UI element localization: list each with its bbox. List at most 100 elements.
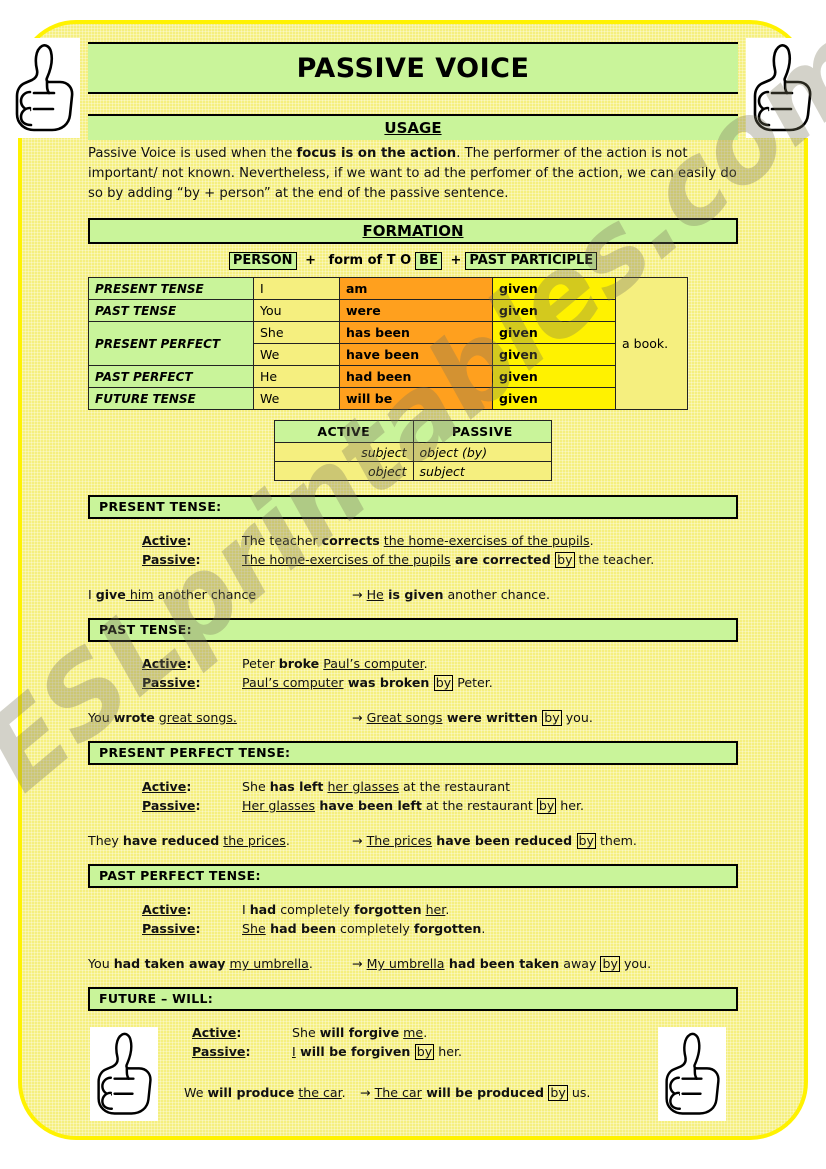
- by-box: by: [414, 1044, 435, 1060]
- by-box: by: [555, 552, 575, 568]
- table-row: object subject: [274, 461, 552, 481]
- txt: We: [184, 1085, 208, 1100]
- txt: I: [88, 587, 96, 602]
- cell-be: had been: [339, 365, 493, 388]
- example-row: They have reduced the prices. → The pric…: [88, 831, 738, 850]
- object: him: [125, 587, 154, 602]
- active-row: Active: She will forgive me.: [192, 1023, 738, 1042]
- txt: .: [423, 656, 428, 671]
- verb: were written: [442, 710, 543, 725]
- object: her glasses: [327, 779, 400, 794]
- verb: corrects: [321, 533, 380, 548]
- active-label: Active:: [192, 1023, 292, 1042]
- subject: Paul’s computer: [242, 675, 344, 690]
- verb: wrote: [113, 710, 155, 725]
- object: Paul’s computer: [323, 656, 424, 671]
- section-heading: PAST PERFECT TENSE:: [88, 864, 738, 888]
- thumbs-up-icon: [8, 38, 80, 138]
- formation-formula: PERSON + form of T O BE + PAST PARTICIPLE: [88, 252, 738, 270]
- example-row: You had taken away my umbrella. → My umb…: [88, 954, 738, 973]
- cell-participle: given: [492, 321, 616, 344]
- active-label-text: Active: [142, 656, 187, 671]
- verb: will be produced: [421, 1085, 549, 1100]
- header-rule-2: [88, 92, 738, 94]
- object: great songs.: [158, 710, 237, 725]
- txt: her.: [434, 1044, 463, 1059]
- header-bands: PASSIVE VOICE USAGE: [88, 38, 738, 140]
- passive-row: Passive: The home-exercises of the pupil…: [142, 550, 738, 569]
- colon: :: [195, 552, 201, 567]
- txt: them.: [595, 833, 637, 848]
- by-box: by: [600, 956, 620, 972]
- verb: will produce: [207, 1085, 295, 1100]
- cell-object: a book.: [615, 277, 688, 410]
- cell-person: I: [253, 277, 340, 300]
- cell-be: were: [339, 299, 493, 322]
- example-passive: → Great songs were written by you.: [352, 708, 738, 727]
- txt: us.: [567, 1085, 591, 1100]
- verb: had: [249, 902, 277, 917]
- section-heading: PRESENT PERFECT TENSE:: [88, 741, 738, 765]
- verb: forgotten: [354, 902, 422, 917]
- usage-paragraph: Passive Voice is used when the focus is …: [88, 144, 738, 204]
- passive-sentence: She had been completely forgotten.: [242, 919, 738, 938]
- section-present-tense: PRESENT TENSE: Active: The teacher corre…: [88, 495, 738, 604]
- txt: Peter.: [453, 675, 493, 690]
- passive-label-text: Passive: [142, 552, 196, 567]
- subject: Her glasses: [242, 798, 316, 813]
- subject: The car: [374, 1085, 422, 1100]
- cell-passive-object: object (by): [412, 442, 552, 462]
- txt: at the restaurant: [399, 779, 511, 794]
- verb: are corrected: [450, 552, 556, 567]
- usage-emphasis: focus is on the action: [296, 146, 457, 161]
- cell-participle: given: [492, 299, 616, 322]
- active-label: Active:: [142, 531, 242, 550]
- cell-be: has been: [339, 321, 493, 344]
- subject: She: [242, 921, 266, 936]
- active-label: Active:: [142, 654, 242, 673]
- txt: .: [308, 956, 313, 971]
- colon: :: [186, 533, 192, 548]
- txt: another chance: [153, 587, 257, 602]
- cell-tense: PAST PERFECT: [88, 365, 254, 388]
- active-row: Active: The teacher corrects the home-ex…: [142, 531, 738, 550]
- passive-sentence: Paul’s computer was broken by Peter.: [242, 673, 738, 692]
- cell-passive-subject: subject: [412, 461, 552, 481]
- table-row: PRESENT TENSE I am given a book.: [88, 277, 688, 410]
- cell-tense: PRESENT TENSE: [88, 277, 254, 300]
- example-row: I give him another chance → He is given …: [88, 585, 738, 604]
- section-heading: PRESENT TENSE:: [88, 495, 738, 519]
- cell-be: will be: [339, 387, 493, 410]
- verb: had been taken: [444, 956, 560, 971]
- passive-label: Passive:: [142, 796, 242, 815]
- example-active: You had taken away my umbrella.: [88, 954, 352, 973]
- cell-participle: given: [492, 277, 616, 300]
- verb: have reduced: [122, 833, 220, 848]
- passive-sentence: The home-exercises of the pupils are cor…: [242, 550, 738, 569]
- arrow-icon: →: [352, 710, 363, 725]
- passive-row: Passive: Her glasses have been left at t…: [142, 796, 738, 815]
- active-passive-table: ACTIVE PASSIVE subject object (by) objec…: [274, 420, 552, 481]
- txt: .: [285, 833, 290, 848]
- formula-person: PERSON: [228, 252, 297, 270]
- page-title: PASSIVE VOICE: [296, 53, 530, 84]
- table-row: FUTURE TENSE We will be given: [88, 387, 688, 410]
- txt: her.: [556, 798, 585, 813]
- table-row: PAST TENSE You were given: [88, 299, 688, 322]
- txt: away: [559, 956, 601, 971]
- txt: completely: [336, 921, 414, 936]
- passive-row: Passive: Paul’s computer was broken by P…: [142, 673, 738, 692]
- active-label-text: Active: [142, 902, 187, 917]
- usage-text-1: Passive Voice is used when the: [88, 146, 297, 161]
- thumbs-up-icon: [746, 38, 818, 138]
- cell-be: have been: [339, 343, 493, 366]
- arrow-icon: →: [352, 956, 363, 971]
- object: the home-exercises of the pupils: [383, 533, 590, 548]
- by-box: by: [576, 833, 596, 849]
- passive-label-text: Passive: [142, 921, 196, 936]
- cell-participle: given: [492, 343, 616, 366]
- passive-label-text: Passive: [142, 798, 196, 813]
- active-label-text: Active: [142, 779, 187, 794]
- thumbs-up-icon: [90, 1027, 158, 1121]
- colon: :: [186, 902, 192, 917]
